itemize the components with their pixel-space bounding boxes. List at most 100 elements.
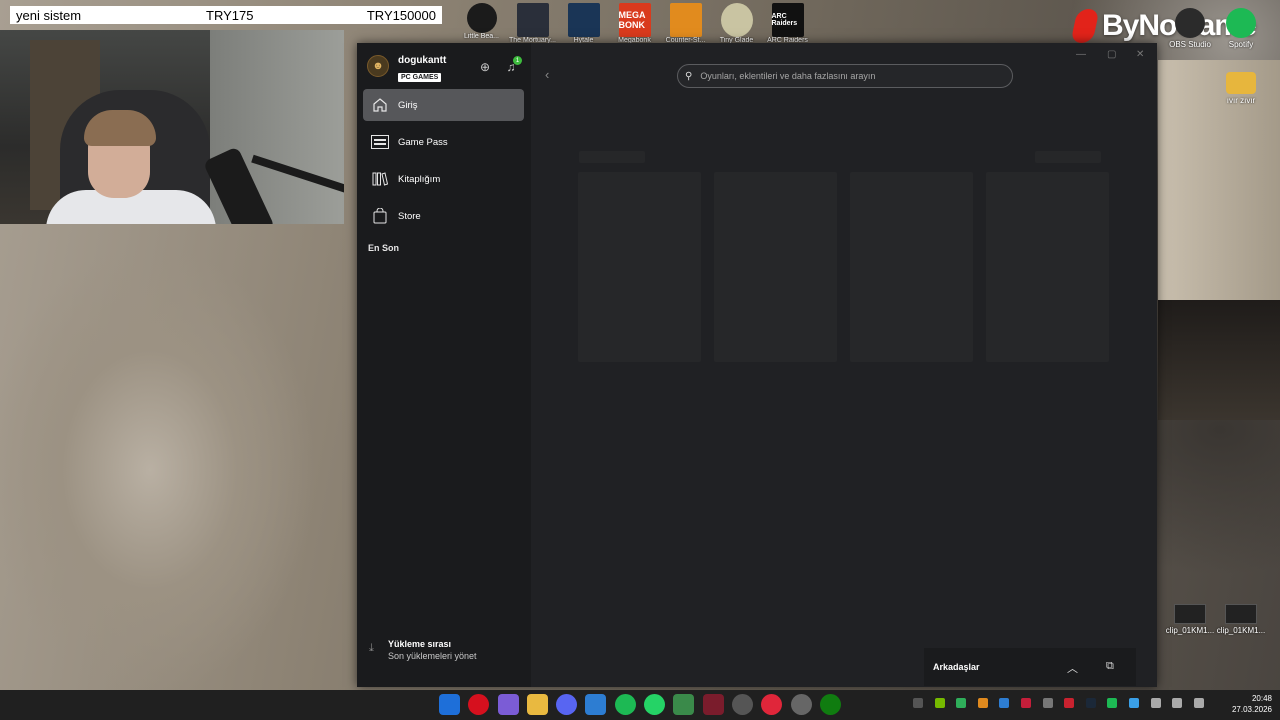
desktop-folder[interactable]: ıvır zıvır bbox=[1211, 72, 1271, 105]
desktop-clip-file[interactable]: clip_01KM1... bbox=[1165, 604, 1215, 635]
xbox-main-content: ‹ ⚲ — ▢ ✕ bbox=[531, 43, 1157, 687]
desktop-shortcut[interactable]: Counter-St... bbox=[660, 0, 711, 48]
volume-icon[interactable] bbox=[1193, 698, 1204, 708]
overlay-goal-target: TRY150000 bbox=[366, 7, 436, 23]
loading-card-placeholder bbox=[986, 172, 1109, 362]
webcam-person-hair bbox=[84, 110, 156, 146]
notification-count-badge: 1 bbox=[513, 56, 522, 65]
recent-section-heading: En Son bbox=[368, 243, 399, 253]
nav-item-library[interactable]: Kitaplığım bbox=[363, 163, 524, 195]
stream-goal-overlay: yeni sistem TRY175 TRY150000 bbox=[10, 6, 442, 24]
chevron-up-icon[interactable]: ︿ bbox=[1067, 660, 1078, 676]
store-icon bbox=[371, 207, 389, 225]
desktop-shortcut[interactable]: The Mortuary... bbox=[507, 0, 558, 48]
webcam-feed bbox=[0, 30, 344, 224]
nvidia-icon[interactable] bbox=[934, 698, 945, 708]
file-explorer-icon[interactable] bbox=[526, 694, 548, 715]
install-queue-title: Yükleme sırası bbox=[388, 639, 452, 649]
tile-text: MEGA BONK bbox=[618, 10, 646, 30]
maximize-button[interactable]: ▢ bbox=[1107, 49, 1116, 60]
start-icon[interactable] bbox=[439, 694, 460, 715]
spotify-icon[interactable] bbox=[614, 694, 636, 715]
obs-icon[interactable] bbox=[731, 694, 753, 715]
loading-placeholder bbox=[579, 151, 645, 163]
app-icon[interactable] bbox=[761, 694, 783, 715]
shield-icon[interactable] bbox=[999, 698, 1010, 708]
microphone-icon[interactable] bbox=[1150, 698, 1161, 708]
desktop-wallpaper-shelf bbox=[1158, 300, 1280, 420]
tray-app-icon[interactable] bbox=[977, 698, 988, 708]
nav-item-game-pass[interactable]: Game Pass bbox=[363, 126, 524, 158]
tray-app-icon[interactable] bbox=[1064, 698, 1075, 708]
xbox-icon[interactable] bbox=[819, 694, 841, 715]
friends-panel[interactable]: Arkadaşlar ︿ ⧉ bbox=[924, 648, 1136, 686]
install-queue-button[interactable]: ⤓ Yükleme sırası Son yüklemeleri yönet bbox=[369, 639, 477, 661]
nav-item-home[interactable]: Giriş bbox=[363, 89, 524, 121]
avatar: ☻ bbox=[367, 55, 389, 77]
search-bar[interactable]: ⚲ bbox=[677, 64, 1013, 88]
tray-app-icon[interactable] bbox=[1042, 698, 1053, 708]
desktop-shortcut[interactable]: Hytale bbox=[558, 0, 609, 48]
profile-button[interactable]: ☻ dogukantt PC GAMES bbox=[367, 55, 446, 84]
clock-date: 27.03.2026 bbox=[1231, 705, 1272, 714]
copilot-icon[interactable] bbox=[497, 694, 519, 715]
network-icon[interactable] bbox=[1172, 698, 1183, 708]
popout-icon[interactable]: ⧉ bbox=[1106, 660, 1114, 673]
overlay-goal-current: TRY175 bbox=[206, 7, 254, 23]
tray-app-icon[interactable] bbox=[1128, 698, 1139, 708]
nav-label: Game Pass bbox=[398, 136, 448, 148]
loading-card-placeholder bbox=[578, 172, 701, 362]
desktop-shortcut[interactable]: Little Bea... bbox=[456, 0, 507, 48]
discord-icon[interactable] bbox=[556, 694, 578, 715]
app-icon[interactable] bbox=[673, 694, 695, 715]
game-icon: MEGA BONK bbox=[618, 3, 651, 37]
shortcut-label: Little Bea... bbox=[463, 33, 500, 40]
notifications-button[interactable]: ♫ 1 bbox=[503, 56, 522, 75]
nav-label: Store bbox=[398, 210, 421, 222]
tile-text: ARC Raiders bbox=[771, 13, 798, 27]
profile-username: dogukantt bbox=[398, 55, 447, 66]
nav-label: Kitaplığım bbox=[398, 173, 441, 185]
spotify-icon[interactable] bbox=[1107, 698, 1118, 708]
xbox-app-window: ☻ dogukantt PC GAMES ⊕ ♫ 1 Giriş Game Pa… bbox=[357, 43, 1157, 687]
video-file-icon bbox=[1225, 604, 1257, 624]
desktop-shortcut[interactable]: MEGA BONK Megabonk bbox=[609, 0, 660, 48]
game-icon: ARC Raiders bbox=[771, 3, 804, 37]
chevron-up-icon[interactable] bbox=[913, 698, 923, 708]
desktop-shortcut[interactable]: ARC Raiders ARC Raiders bbox=[762, 0, 813, 48]
video-file-icon bbox=[1174, 604, 1206, 624]
tray-app-icon[interactable] bbox=[956, 698, 967, 708]
obs-icon bbox=[1175, 8, 1205, 38]
clock-time: 20:48 bbox=[1251, 694, 1272, 703]
desktop-shortcut[interactable]: Tiny Glade bbox=[711, 0, 762, 48]
search-icon: ⚲ bbox=[685, 70, 693, 82]
settings-icon[interactable] bbox=[790, 694, 812, 715]
library-icon bbox=[371, 170, 389, 188]
overlay-title: yeni sistem bbox=[16, 7, 82, 23]
taskbar-apps bbox=[439, 694, 849, 715]
clip-label: clip_01KM1... bbox=[1165, 626, 1215, 635]
game-pass-icon bbox=[371, 133, 389, 151]
opera-icon[interactable] bbox=[468, 694, 490, 715]
desktop-clip-file[interactable]: clip_01KM1... bbox=[1216, 604, 1266, 635]
mail-icon[interactable] bbox=[585, 694, 607, 715]
nav-label: Giriş bbox=[398, 99, 418, 111]
game-icon bbox=[466, 3, 497, 33]
home-icon bbox=[371, 96, 389, 114]
loading-placeholder bbox=[1035, 151, 1101, 163]
whatsapp-icon[interactable] bbox=[644, 694, 666, 715]
close-button[interactable]: ✕ bbox=[1136, 49, 1144, 60]
system-tray bbox=[913, 698, 1215, 708]
nav-item-store[interactable]: Store bbox=[363, 200, 524, 232]
tray-app-icon[interactable] bbox=[1020, 698, 1031, 708]
taskbar-clock[interactable]: 20:48 27.03.2026 bbox=[1232, 693, 1272, 715]
minimize-button[interactable]: — bbox=[1076, 49, 1086, 60]
globe-icon[interactable]: ⊕ bbox=[477, 59, 493, 75]
back-button[interactable]: ‹ bbox=[545, 67, 549, 82]
desktop-shortcut-spotify[interactable]: Spotify bbox=[1211, 8, 1271, 49]
spotify-icon bbox=[1226, 8, 1256, 38]
steam-icon[interactable] bbox=[1085, 698, 1096, 708]
search-input[interactable] bbox=[698, 70, 993, 82]
install-queue-subtitle: Son yüklemeleri yönet bbox=[388, 651, 477, 661]
app-icon[interactable] bbox=[702, 694, 724, 715]
